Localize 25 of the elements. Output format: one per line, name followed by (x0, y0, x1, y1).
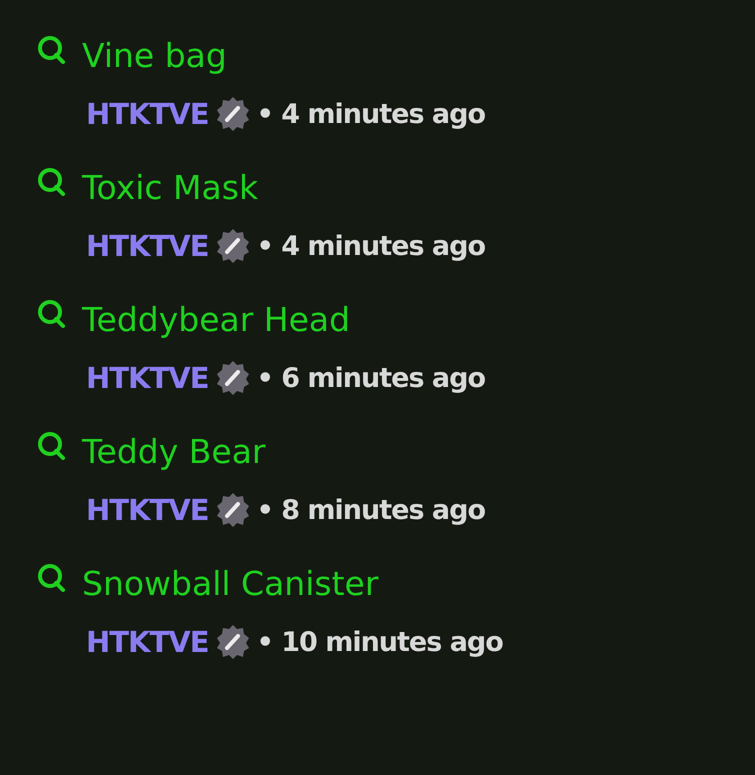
pencil-badge-icon (214, 96, 251, 132)
item-title-link[interactable]: Toxic Mask (82, 168, 258, 206)
item-title-link[interactable]: Vine bag (82, 36, 227, 74)
item-title-link[interactable]: Teddybear Head (82, 300, 350, 338)
author-link[interactable]: HTKTVE (86, 493, 209, 527)
timestamp: • 6 minutes ago (256, 362, 486, 394)
item-title-link[interactable]: Teddy Bear (82, 432, 266, 470)
author-link[interactable]: HTKTVE (86, 97, 209, 131)
author-link[interactable]: HTKTVE (86, 625, 209, 659)
pencil-badge-icon (214, 360, 251, 396)
author-link[interactable]: HTKTVE (86, 361, 209, 395)
timestamp: • 10 minutes ago (256, 626, 503, 658)
search-icon (36, 34, 68, 66)
search-icon (36, 166, 68, 198)
search-icon (36, 562, 68, 594)
search-icon (36, 430, 68, 462)
pencil-badge-icon (214, 624, 251, 660)
search-icon (36, 298, 68, 330)
timestamp: • 4 minutes ago (256, 98, 486, 130)
item-title-link[interactable]: Snowball Canister (82, 564, 378, 602)
timestamp: • 8 minutes ago (256, 494, 486, 526)
timestamp: • 4 minutes ago (256, 230, 486, 262)
pencil-badge-icon (214, 228, 251, 264)
author-link[interactable]: HTKTVE (86, 229, 209, 263)
pencil-badge-icon (214, 492, 251, 528)
